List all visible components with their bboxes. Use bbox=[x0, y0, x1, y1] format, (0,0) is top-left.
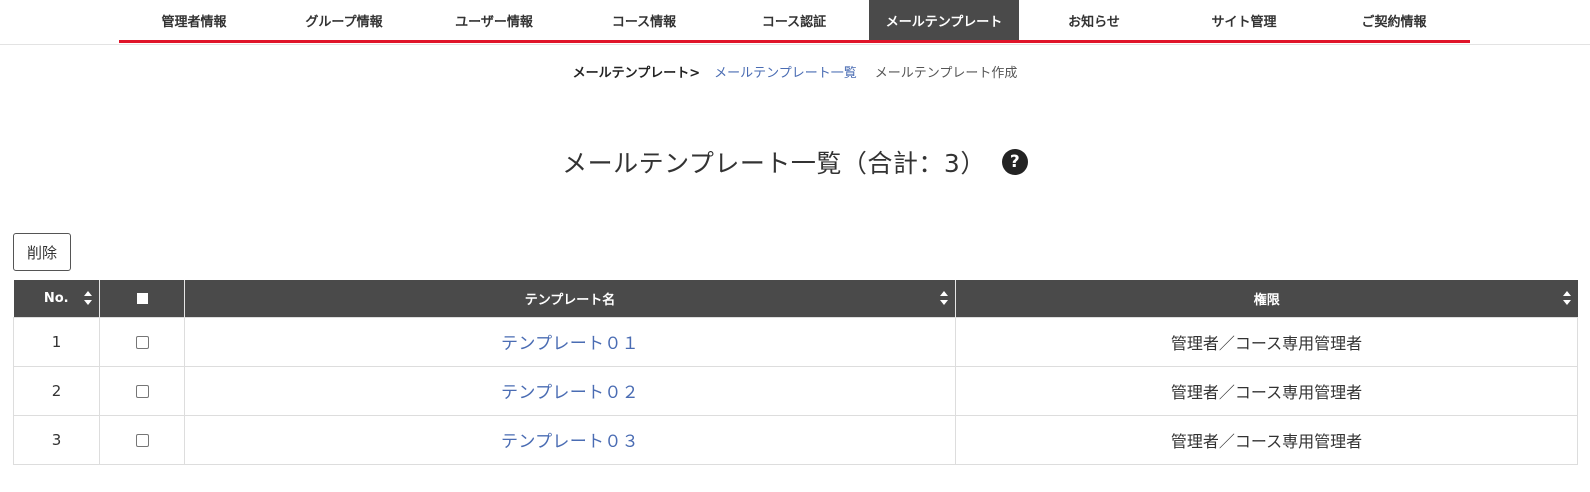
nav-item-notices[interactable]: お知らせ bbox=[1019, 0, 1169, 40]
column-header-permission-label: 権限 bbox=[1253, 292, 1280, 308]
nav-item-mail-template[interactable]: メールテンプレート bbox=[869, 0, 1019, 40]
permission-cell: 管理者／コース専用管理者 bbox=[955, 414, 1578, 465]
top-nav-bar: 管理者情報 グループ情報 ユーザー情報 コース情報 コース認証 メールテンプレー… bbox=[0, 0, 1590, 45]
breadcrumb-list-link[interactable]: メールテンプレート一覧 bbox=[714, 62, 857, 81]
table-row: 3 テンプレート０３ 管理者／コース専用管理者 bbox=[13, 414, 1578, 465]
row-number: 3 bbox=[13, 414, 100, 465]
row-number: 1 bbox=[13, 316, 100, 367]
sort-icon[interactable] bbox=[1562, 290, 1572, 306]
row-checkbox[interactable] bbox=[135, 384, 149, 398]
sort-icon[interactable] bbox=[939, 290, 949, 306]
column-header-name-label: テンプレート名 bbox=[524, 292, 616, 308]
column-header-no[interactable]: No. bbox=[13, 280, 100, 317]
column-header-permission[interactable]: 権限 bbox=[955, 280, 1578, 317]
permission-cell: 管理者／コース専用管理者 bbox=[955, 365, 1578, 416]
template-name-link[interactable]: テンプレート０１ bbox=[501, 334, 639, 354]
main-nav: 管理者情報 グループ情報 ユーザー情報 コース情報 コース認証 メールテンプレー… bbox=[119, 0, 1470, 43]
nav-item-admin-info[interactable]: 管理者情報 bbox=[119, 0, 269, 40]
table-row: 1 テンプレート０１ 管理者／コース専用管理者 bbox=[13, 316, 1578, 367]
template-name-cell: テンプレート０１ bbox=[184, 316, 956, 367]
row-checkbox-cell bbox=[99, 414, 185, 465]
delete-button[interactable]: 削除 bbox=[13, 233, 71, 271]
nav-item-user-info[interactable]: ユーザー情報 bbox=[419, 0, 569, 40]
select-all-checkbox[interactable] bbox=[136, 292, 148, 304]
row-checkbox-cell bbox=[99, 316, 185, 367]
nav-item-contract-info[interactable]: ご契約情報 bbox=[1319, 0, 1469, 40]
column-header-no-label: No. bbox=[43, 290, 69, 306]
template-name-link[interactable]: テンプレート０３ bbox=[501, 432, 639, 452]
template-table: No. テンプレート名 権限 1 テンプレート０１ 管理者／コース専用管理者 2 bbox=[13, 280, 1578, 465]
row-checkbox[interactable] bbox=[135, 335, 149, 349]
breadcrumb-section: メールテンプレート> bbox=[572, 66, 701, 81]
nav-item-group-info[interactable]: グループ情報 bbox=[269, 0, 419, 40]
sort-icon[interactable] bbox=[83, 290, 93, 306]
template-name-cell: テンプレート０３ bbox=[184, 414, 956, 465]
nav-item-course-info[interactable]: コース情報 bbox=[569, 0, 719, 40]
row-checkbox-cell bbox=[99, 365, 185, 416]
breadcrumb: メールテンプレート> メールテンプレート一覧 メールテンプレート作成 bbox=[0, 62, 1590, 81]
permission-cell: 管理者／コース専用管理者 bbox=[955, 316, 1578, 367]
template-name-cell: テンプレート０２ bbox=[184, 365, 956, 416]
column-header-name[interactable]: テンプレート名 bbox=[184, 280, 956, 317]
table-header-row: No. テンプレート名 権限 bbox=[13, 280, 1578, 317]
column-header-select-all[interactable] bbox=[99, 280, 185, 317]
breadcrumb-create-link[interactable]: メールテンプレート作成 bbox=[875, 62, 1018, 81]
permission-text: 管理者／コース専用管理者 bbox=[1170, 333, 1363, 353]
permission-text: 管理者／コース専用管理者 bbox=[1170, 431, 1363, 451]
row-number: 2 bbox=[13, 365, 100, 416]
table-row: 2 テンプレート０２ 管理者／コース専用管理者 bbox=[13, 365, 1578, 416]
permission-text: 管理者／コース専用管理者 bbox=[1170, 382, 1363, 402]
nav-item-course-auth[interactable]: コース認証 bbox=[719, 0, 869, 40]
template-name-link[interactable]: テンプレート０２ bbox=[501, 383, 639, 403]
page-title: メールテンプレート一覧（合計：3） bbox=[562, 149, 986, 178]
row-checkbox[interactable] bbox=[135, 433, 149, 447]
title-row: メールテンプレート一覧（合計：3） ? bbox=[0, 144, 1590, 180]
nav-item-site-admin[interactable]: サイト管理 bbox=[1169, 0, 1319, 40]
question-circle-icon[interactable]: ? bbox=[1001, 149, 1028, 175]
